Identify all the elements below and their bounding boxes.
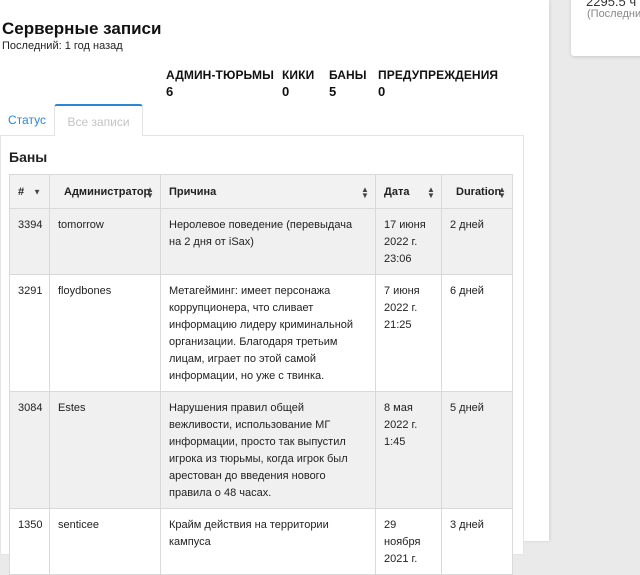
table-row: 3394 tomorrow Неролевое поведение (перев… (9, 208, 513, 275)
stat-kicks: КИКИ 0 (282, 68, 314, 99)
last-record-subtitle: Последний: 1 год назад (2, 40, 123, 52)
tab-all-records[interactable]: Все записи (54, 104, 143, 136)
stat-value: 6 (166, 84, 174, 99)
page-title: Серверные записи (2, 19, 162, 38)
table-header-row: # ▼ Администратор ▲ ▼ Причина ▲ ▼ Дата ▲ ▼ … (9, 174, 513, 209)
cell-id: 3084 (9, 391, 50, 509)
cell-date: 7 июня 2022 г. 21:25 (375, 274, 442, 392)
column-header-label: Duration (456, 185, 502, 198)
sort-icon: ▲ ▼ (427, 184, 435, 200)
cell-admin: senticee (49, 508, 161, 575)
column-header-label: Причина (169, 185, 217, 198)
stat-label: АДМИН-ТЮРЬМЫ (166, 68, 274, 82)
tab-status[interactable]: Статус (0, 104, 54, 136)
cell-date: 29 ноября 2021 г. (375, 508, 442, 575)
cell-duration: 5 дней (441, 391, 513, 509)
cell-admin: Estes (49, 391, 161, 509)
column-header-date[interactable]: Дата ▲ ▼ (375, 174, 442, 209)
cell-id: 1350 (9, 508, 50, 575)
cell-reason: Неролевое поведение (перевыдача на 2 дня… (160, 208, 376, 275)
table-row: 3291 floydbones Метагейминг: имеет персо… (9, 274, 513, 392)
sort-descending-icon: ▼ (33, 187, 41, 196)
stat-label: ПРЕДУПРЕЖДЕНИЯ (378, 68, 499, 82)
stat-value: 5 (329, 84, 337, 99)
bans-table: # ▼ Администратор ▲ ▼ Причина ▲ ▼ Дата ▲ ▼ … (9, 174, 513, 575)
stat-admin-jails: АДМИН-ТЮРЬМЫ 6 (166, 68, 274, 99)
column-header-id[interactable]: # ▼ (9, 174, 50, 209)
column-header-label: Администратор (64, 185, 151, 198)
stat-value: 0 (282, 84, 290, 99)
cell-date: 17 июня 2022 г. 23:06 (375, 208, 442, 275)
tabs: Статус Все записи (0, 104, 524, 136)
cell-reason: Метагейминг: имеет персонажа коррупционе… (160, 274, 376, 392)
stat-value: 0 (378, 84, 386, 99)
column-header-reason[interactable]: Причина ▲ ▼ (160, 174, 376, 209)
sort-icon: ▲ ▼ (146, 184, 154, 200)
side-stat-card: 2295.5 ч (Последний (571, 0, 640, 56)
column-header-label: Дата (384, 185, 410, 198)
cell-duration: 6 дней (441, 274, 513, 392)
cell-reason: Крайм действия на территории кампуса (160, 508, 376, 575)
cell-admin: floydbones (49, 274, 161, 392)
cell-reason: Нарушения правил общей вежливости, испол… (160, 391, 376, 509)
side-stat-subtitle: (Последний (587, 8, 640, 20)
bans-section-title: Баны (9, 149, 48, 165)
column-header-duration[interactable]: Duration ▲ ▼ (441, 174, 513, 209)
stat-warnings: ПРЕДУПРЕЖДЕНИЯ 0 (378, 68, 498, 99)
column-header-label: # (18, 185, 25, 198)
cell-duration: 3 дней (441, 508, 513, 575)
sort-icon: ▲ ▼ (498, 184, 506, 200)
cell-id: 3291 (9, 274, 50, 392)
cell-id: 3394 (9, 208, 50, 275)
column-header-admin[interactable]: Администратор ▲ ▼ (49, 174, 161, 209)
cell-duration: 2 дней (441, 208, 513, 275)
stat-label: КИКИ (282, 68, 315, 82)
stat-label: БАНЫ (329, 68, 367, 82)
cell-date: 8 мая 2022 г. 1:45 (375, 391, 442, 509)
table-row: 1350 senticee Крайм действия на территор… (9, 508, 513, 575)
cell-admin: tomorrow (49, 208, 161, 275)
sort-icon: ▲ ▼ (361, 184, 369, 200)
main-card: Серверные записи Последний: 1 год назад … (0, 0, 549, 575)
stat-bans: БАНЫ 5 (329, 68, 367, 99)
table-row: 3084 Estes Нарушения правил общей вежлив… (9, 391, 513, 509)
